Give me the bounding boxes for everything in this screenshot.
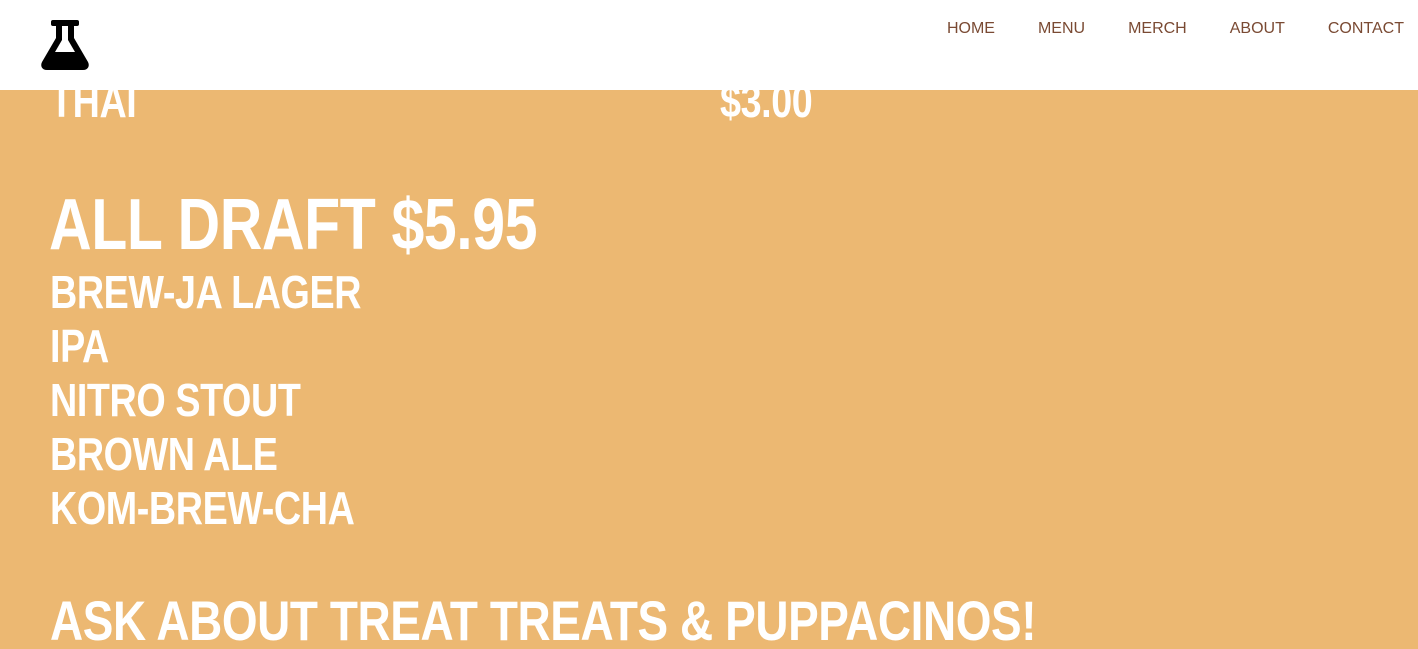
- nav-merch-link[interactable]: MERCH: [1128, 19, 1187, 39]
- main-nav: HOME MENU MERCH ABOUT CONTACT: [904, 19, 1404, 39]
- nav-home-link[interactable]: HOME: [947, 19, 995, 39]
- nav-contact-link[interactable]: CONTACT: [1328, 19, 1404, 39]
- drinks-menu-section: THAI $3.00 ALL DRAFT $5.95 BREW-JA LAGER…: [0, 0, 1418, 649]
- draft-item-nitro-stout: NITRO STOUT: [50, 374, 301, 426]
- treats-callout: ASK ABOUT TREAT TREATS & PUPPACINOS!: [50, 589, 1037, 649]
- draft-heading: ALL DRAFT $5.95: [49, 185, 538, 265]
- draft-item-brew-ja-lager: BREW-JA LAGER: [50, 266, 362, 318]
- page: THAI $3.00 ALL DRAFT $5.95 BREW-JA LAGER…: [0, 0, 1418, 649]
- nav-about-link[interactable]: ABOUT: [1230, 19, 1285, 39]
- draft-item-ipa: IPA: [50, 320, 109, 372]
- nav-menu-link[interactable]: MENU: [1038, 19, 1085, 39]
- flask-icon[interactable]: [38, 18, 92, 72]
- site-header: HOME MENU MERCH ABOUT CONTACT: [0, 0, 1418, 90]
- draft-list: BREW-JA LAGER IPA NITRO STOUT BROWN ALE …: [50, 265, 429, 535]
- draft-item-brown-ale: BROWN ALE: [50, 428, 278, 480]
- draft-item-kom-brew-cha: KOM-BREW-CHA: [50, 482, 355, 534]
